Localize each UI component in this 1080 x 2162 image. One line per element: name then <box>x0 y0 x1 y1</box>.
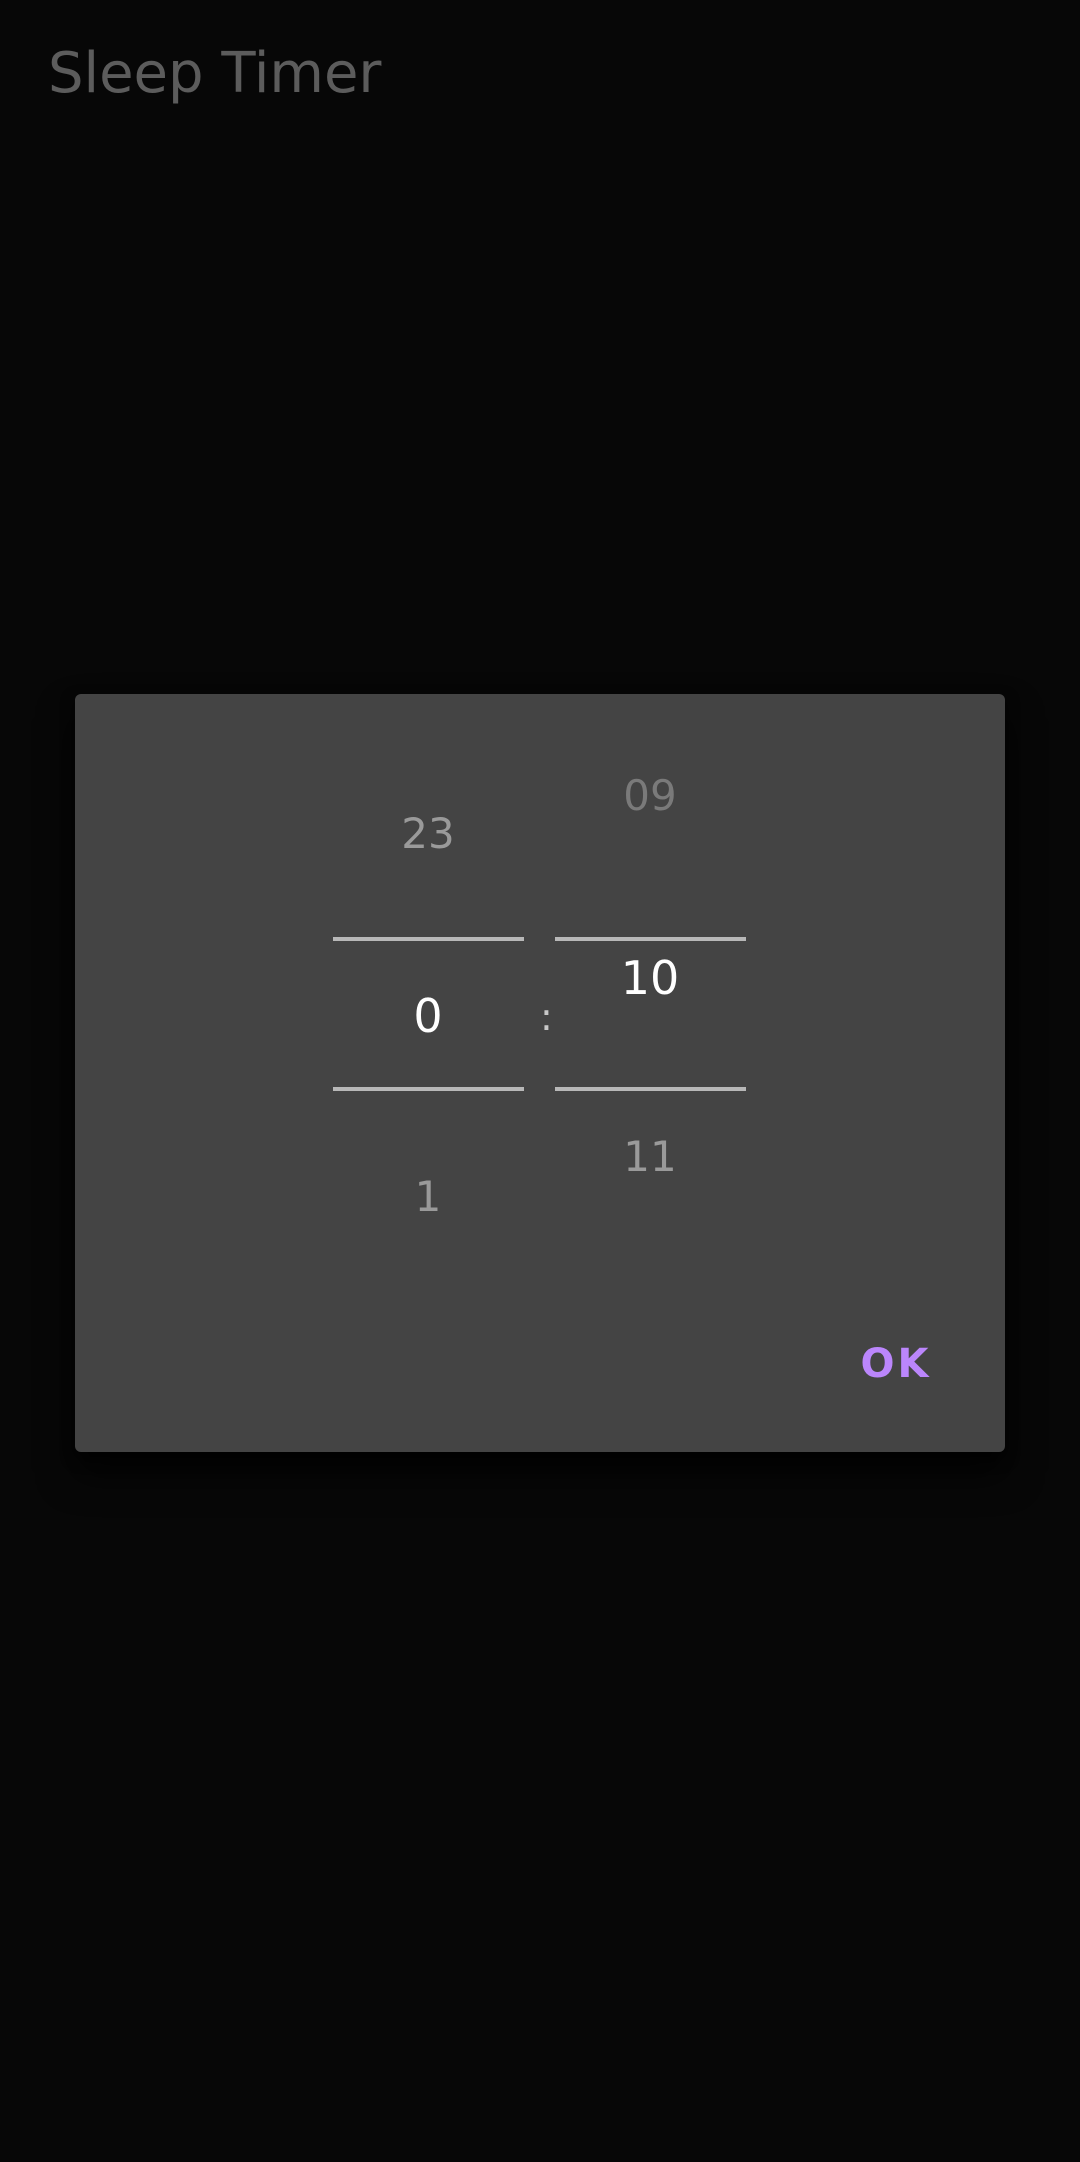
ok-button[interactable]: OK <box>838 1332 954 1396</box>
hour-next-value[interactable]: 1 <box>415 1172 442 1221</box>
hour-previous-value[interactable]: 23 <box>401 809 454 858</box>
hour-selected-value[interactable]: 0 <box>413 989 442 1043</box>
minute-selected-value[interactable]: 10 <box>621 951 680 1005</box>
minute-selection-top-divider <box>555 937 746 941</box>
time-separator: : <box>540 995 553 1039</box>
page-title: Sleep Timer <box>48 41 382 106</box>
minute-selection-bottom-divider <box>555 1087 746 1091</box>
minute-previous-value[interactable]: 09 <box>623 771 676 820</box>
minute-next-value[interactable]: 11 <box>623 1132 676 1181</box>
sleep-timer-screen: Sleep Timer 23 0 1 : 09 10 11 OK <box>0 0 1080 2162</box>
hour-selection-bottom-divider <box>333 1087 524 1091</box>
hour-selection-top-divider <box>333 937 524 941</box>
sleep-timer-dialog: 23 0 1 : 09 10 11 OK <box>75 694 1005 1452</box>
